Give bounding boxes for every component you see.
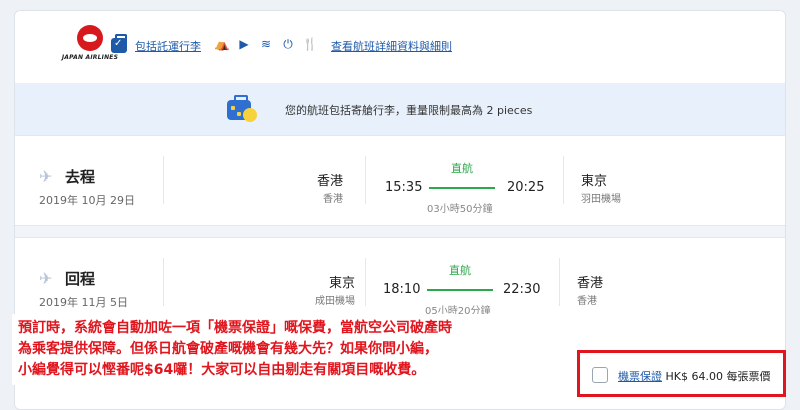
- return-nonstop-label: 直航: [449, 264, 471, 277]
- return-from-city: 東京: [328, 276, 355, 291]
- divider: [163, 258, 164, 306]
- outbound-to-city: 東京: [581, 174, 608, 189]
- seat-icon: ⛺: [214, 37, 230, 51]
- ticket-guarantee-link[interactable]: 機票保證: [618, 370, 662, 383]
- divider: [559, 258, 560, 306]
- suitcase-sticker: [231, 106, 235, 110]
- return-depart-time: 18:10: [383, 282, 421, 297]
- entertainment-icon: ▶: [239, 37, 249, 51]
- ticket-guarantee-price: HK$ 64.00 每張票價: [665, 370, 771, 383]
- wifi-icon: ≋: [260, 37, 272, 51]
- outbound-to-airport: 羽田機場: [581, 194, 621, 205]
- return-from-airport: 成田機場: [315, 296, 355, 307]
- suitcase-sticker: [237, 112, 241, 116]
- return-to-city: 香港: [577, 276, 604, 291]
- ticket-guarantee-checkbox[interactable]: [592, 367, 608, 383]
- outbound-nonstop-label: 直航: [451, 162, 473, 175]
- editor-annotation: 預訂時，系統會自動加咗一項「機票保證」嘅保費，當航空公司破產時 為乘客提供保障。…: [12, 314, 572, 385]
- outbound-duration: 03小時50分鐘: [427, 204, 493, 215]
- outbound-arrive-time: 20:25: [507, 180, 545, 195]
- checked-baggage-icon: [111, 34, 127, 53]
- outbound-depart-time: 15:35: [385, 180, 423, 195]
- baggage-allowance-text: 您的航班包括寄艙行李，重量限制最高為 2 pieces: [285, 104, 533, 117]
- return-to-airport: 香港: [577, 296, 597, 307]
- divider: [163, 156, 164, 204]
- divider: [563, 156, 564, 204]
- return-direction: ✈ 回程: [39, 268, 95, 289]
- amenity-icons: ⛺ ▶ ≋ ⏻ 🍴: [214, 36, 318, 52]
- ticket-guarantee-label: 機票保證 HK$ 64.00 每張票價: [618, 368, 770, 384]
- plane-return-icon: ✈: [39, 268, 53, 288]
- outbound-route-line: [429, 187, 495, 189]
- return-route-line: [427, 289, 493, 291]
- divider: [365, 258, 366, 306]
- annotation-line: 為乘客提供保障。但係日航會破產嘅機會有幾大先？如果你問小編，: [18, 341, 438, 357]
- flight-details-link[interactable]: 查看航班詳細資料與細則: [331, 38, 452, 54]
- return-arrive-time: 22:30: [503, 282, 541, 297]
- outbound-segment: ✈ 去程 2019年 10月 29日 香港 香港 15:35 直航 20:25 …: [15, 135, 785, 225]
- power-icon: ⏻: [283, 36, 293, 51]
- meal-icon: 🍴: [302, 37, 318, 51]
- plane-depart-icon: ✈: [39, 166, 53, 186]
- return-label: 回程: [65, 270, 96, 288]
- annotation-line: 預訂時，系統會自動加咗一項「機票保證」嘅保費，當航空公司破產時: [18, 320, 452, 336]
- outbound-from-airport: 香港: [323, 194, 343, 205]
- outbound-direction: ✈ 去程: [39, 166, 95, 187]
- jal-crane-icon: [77, 25, 103, 51]
- suitcase-smile-icon: [227, 95, 257, 122]
- baggage-included-link[interactable]: 包括託運行李: [135, 38, 201, 54]
- outbound-label: 去程: [65, 168, 96, 186]
- return-date: 2019年 11月 5日: [39, 296, 128, 309]
- smiley-icon: [243, 108, 257, 122]
- outbound-date: 2019年 10月 29日: [39, 194, 135, 207]
- airline-logo-text: JAPAN AIRLINES: [61, 54, 119, 61]
- outbound-from-city: 香港: [316, 174, 343, 189]
- ticket-guarantee-option: 機票保證 HK$ 64.00 每張票價: [577, 350, 786, 397]
- annotation-line: 小編覺得可以慳番呢$64囉！大家可以自由剔走有關項目嘅收費。: [18, 362, 426, 378]
- baggage-banner: 您的航班包括寄艙行李，重量限制最高為 2 pieces: [15, 83, 785, 135]
- flight-header: JAPAN AIRLINES 包括託運行李 ⛺ ▶ ≋ ⏻ 🍴 查看航班詳細資料…: [15, 11, 785, 83]
- segment-gap: [15, 225, 785, 237]
- divider: [365, 156, 366, 204]
